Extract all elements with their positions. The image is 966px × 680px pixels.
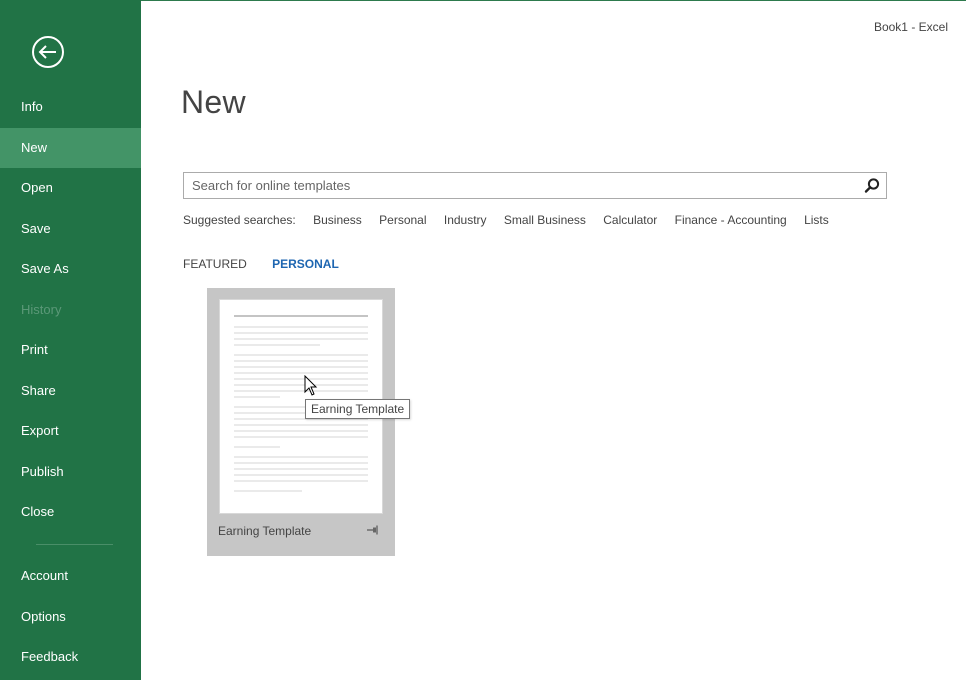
tab-featured[interactable]: FEATURED: [183, 257, 247, 271]
tab-personal[interactable]: PERSONAL: [272, 257, 339, 271]
suggested-link-finance-accounting[interactable]: Finance - Accounting: [675, 213, 787, 227]
sidebar-item-new[interactable]: New: [0, 127, 141, 168]
sidebar-item-account[interactable]: Account: [0, 556, 141, 597]
page-title: New: [181, 84, 246, 120]
suggested-searches: Suggested searches: Business Personal In…: [183, 213, 843, 227]
pin-icon[interactable]: [367, 524, 379, 536]
sidebar-item-publish[interactable]: Publish: [0, 452, 141, 493]
sidebar-item-history: History: [21, 301, 62, 317]
sidebar-divider: [0, 533, 141, 555]
sidebar-item-save[interactable]: Save: [0, 209, 141, 250]
suggested-link-business[interactable]: Business: [313, 213, 362, 227]
sidebar-item-open[interactable]: Open: [0, 168, 141, 209]
search-input[interactable]: [184, 173, 852, 198]
mouse-cursor-icon: [304, 375, 318, 396]
backstage-sidebar: Info New Open Save Save As History Print…: [0, 0, 141, 680]
search-icon[interactable]: [862, 176, 882, 196]
suggested-link-personal[interactable]: Personal: [379, 213, 426, 227]
template-tooltip: Earning Template: [305, 399, 411, 419]
back-arrow-icon[interactable]: [30, 34, 66, 70]
window-title: Book1 - Excel: [873, 20, 948, 34]
top-border: [141, 0, 966, 1]
sidebar-item-print[interactable]: Print: [0, 330, 141, 371]
sidebar-item-feedback[interactable]: Feedback: [0, 637, 141, 678]
sidebar-item-export[interactable]: Export: [0, 411, 141, 452]
suggested-link-small-business[interactable]: Small Business: [504, 213, 586, 227]
template-tabs: FEATURED PERSONAL: [183, 257, 361, 271]
template-tile[interactable]: Earning Template: [207, 288, 395, 556]
sidebar-item-close[interactable]: Close: [0, 492, 141, 533]
sidebar-item-save-as[interactable]: Save As: [0, 249, 141, 290]
template-name: Earning Template: [218, 524, 312, 538]
suggested-link-calculator[interactable]: Calculator: [603, 213, 657, 227]
suggested-searches-label: Suggested searches:: [183, 213, 296, 227]
sidebar-nav: Info New Open Save Save As History Print…: [0, 87, 141, 555]
template-search-box: [183, 172, 887, 199]
suggested-link-lists[interactable]: Lists: [804, 213, 829, 227]
sidebar-item-options[interactable]: Options: [0, 597, 141, 638]
sidebar-item-share[interactable]: Share: [0, 371, 141, 412]
sidebar-bottom-nav: Account Options Feedback: [0, 556, 141, 678]
sidebar-item-info[interactable]: Info: [0, 87, 141, 128]
suggested-link-industry[interactable]: Industry: [444, 213, 487, 227]
